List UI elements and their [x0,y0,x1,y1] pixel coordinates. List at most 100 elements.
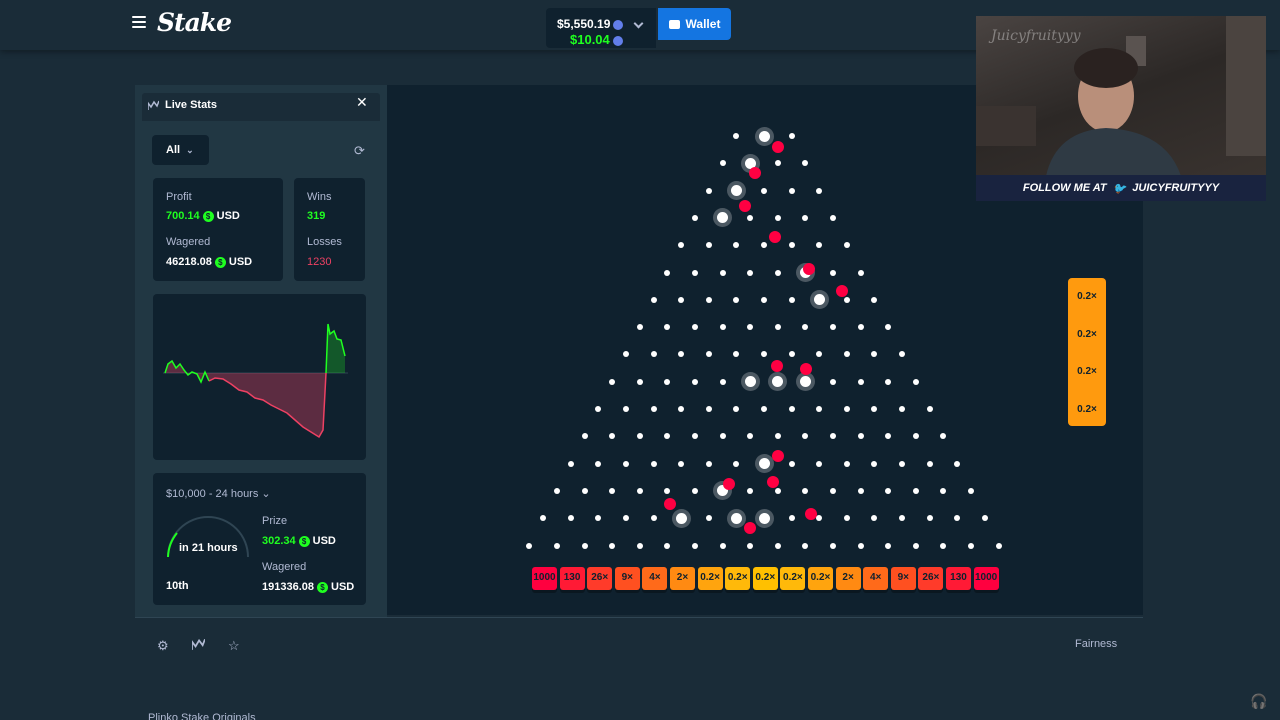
plinko-peg [581,487,588,494]
plinko-peg [774,269,781,276]
recent-payout: 0.2× [1077,366,1097,377]
plinko-peg [857,324,864,331]
profit-line-chart [163,323,348,439]
multiplier-bucket: 9× [614,567,640,590]
plinko-ball [749,167,761,179]
multiplier-bucket: 0.2× [808,567,833,590]
plinko-peg [554,542,560,549]
chevron-down-icon [633,18,644,29]
plinko-peg [730,185,742,197]
plinko-peg [802,542,809,549]
plinko-peg [554,487,560,494]
plinko-peg [816,187,823,194]
plinko-peg [692,487,698,494]
plinko-ball [723,478,735,490]
live-stats-title: Live Stats [148,99,217,111]
multiplier-bucket: 0.2× [697,567,723,590]
plinko-peg [968,487,974,494]
plinko-peg [664,542,671,549]
plinko-peg [747,542,754,549]
plinko-peg [636,378,643,385]
plinko-peg [636,487,643,494]
follow-banner: FOLLOW ME AT 🐦 JUICYFRUITYYY [976,175,1266,201]
favorite-star-icon[interactable]: ☆ [228,638,240,654]
plinko-peg [843,515,850,522]
profit-value: 700.14 $ USD [166,210,240,222]
close-icon[interactable]: ✕ [356,94,368,111]
plinko-peg [705,515,712,522]
plinko-peg [995,542,1002,549]
plinko-peg [761,406,767,412]
plinko-peg [526,542,533,549]
race-wagered-label: Wagered [262,561,307,573]
plinko-peg [705,460,712,467]
plinko-peg [747,269,754,276]
plinko-peg [813,294,825,306]
plinko-peg [719,378,726,385]
plinko-peg [926,406,933,412]
plinko-peg [692,378,698,385]
plinko-peg [899,460,905,467]
plinko-peg [885,542,892,549]
plinko-peg [623,460,629,467]
plinko-peg [912,378,919,385]
plinko-peg [650,296,657,303]
plinko-peg [843,460,850,467]
plinko-ball [739,200,751,212]
wins-value: 319 [307,210,326,222]
balance-selector[interactable]: $5,550.19 $10.04 [546,8,656,48]
twitter-icon: 🐦 [1112,182,1127,195]
plinko-peg [774,487,781,494]
menu-icon[interactable] [132,16,146,30]
live-stats-panel: Live Stats ✕ All ⌄ ⟳ Profit 700.14 $ USD Wa… [135,85,387,617]
plinko-ball [772,450,784,462]
plinko-peg [692,214,698,221]
plinko-peg [636,542,643,549]
profit-label: Profit [166,191,192,203]
plinko-peg [758,130,770,142]
multiplier-bucket: 2× [670,567,695,590]
live-stats-icon[interactable] [191,638,206,653]
plinko-peg [761,296,767,303]
plinko-peg [912,542,919,549]
race-countdown: in 21 hours [179,542,238,554]
settings-gear-icon[interactable]: ⚙ [157,638,169,654]
plinko-peg [692,269,698,276]
plinko-peg [940,542,947,549]
plinko-peg [705,187,712,194]
plinko-peg [705,242,712,249]
race-card: $10,000 - 24 hours ⌄ in 21 hours 10th Pr… [153,473,366,605]
plinko-peg [678,296,685,303]
plinko-ball [805,508,817,520]
plinko-peg [609,542,616,549]
stake-logo[interactable]: Stake [157,8,232,37]
headset-support-icon[interactable]: 🎧 [1250,693,1267,710]
plinko-peg [730,512,742,524]
plinko-peg [816,460,823,467]
race-title[interactable]: $10,000 - 24 hours ⌄ [166,487,271,500]
profit-chart [153,294,366,460]
plinko-peg [581,542,588,549]
plinko-ball [800,363,812,375]
plinko-peg [857,269,864,276]
multiplier-bucket: 130 [559,567,585,590]
plinko-peg [857,542,864,549]
plinko-peg [912,487,919,494]
stats-filter-select[interactable]: All ⌄ [152,135,209,165]
balance-amount: $5,550.19 [557,17,624,31]
plinko-peg [843,296,850,303]
plinko-peg [857,487,864,494]
plinko-ball [769,231,781,243]
recent-payout: 0.2× [1077,404,1097,415]
wallet-button[interactable]: Wallet [658,8,731,40]
fairness-link[interactable]: Fairness [1075,638,1117,650]
refresh-icon[interactable]: ⟳ [354,143,365,159]
plinko-peg [954,460,961,467]
multiplier-bucket: 1000 [532,567,557,590]
race-wagered-value: 191336.08 $ USD [262,581,355,593]
multiplier-bucket: 130 [946,567,971,590]
plinko-peg [799,376,811,388]
plinko-peg [830,542,836,549]
plinko-peg [675,512,687,524]
plinko-peg [719,324,726,331]
